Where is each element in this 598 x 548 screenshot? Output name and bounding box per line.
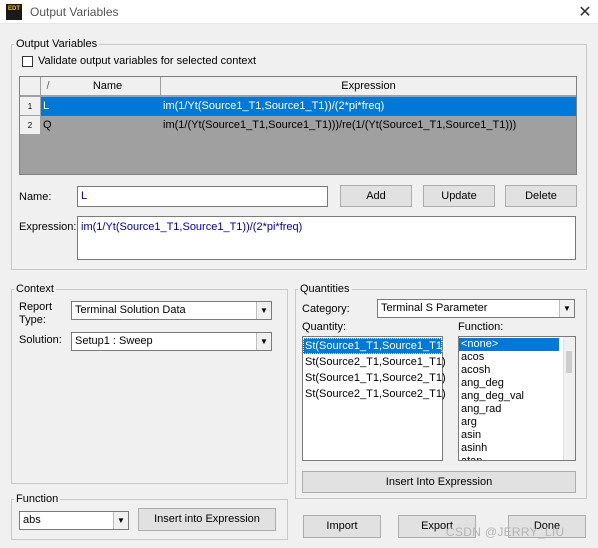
insert-into-expression-button[interactable]: Insert Into Expression xyxy=(302,471,576,493)
col-header-corner xyxy=(20,77,41,96)
expression-input[interactable]: im(1/Yt(Source1_T1,Source1_T1))/(2*pi*fr… xyxy=(77,216,576,260)
app-icon: EDT xyxy=(6,4,22,20)
variables-table: / Name Expression 1 L im(1/Yt(Source1_T1… xyxy=(19,76,577,175)
function-list-scrollbar[interactable] xyxy=(563,337,575,460)
list-item[interactable]: ang_deg xyxy=(459,377,575,390)
context-legend: Context xyxy=(16,283,54,295)
report-type-label-line2: Type: xyxy=(19,314,46,326)
name-label: Name: xyxy=(19,191,52,203)
report-type-value: Terminal Solution Data xyxy=(75,304,186,316)
import-button[interactable]: Import xyxy=(303,515,381,538)
category-value: Terminal S Parameter xyxy=(381,302,488,314)
row-name-cell[interactable]: Q xyxy=(41,116,161,135)
function-list[interactable]: <none> acos acosh ang_deg ang_deg_val an… xyxy=(458,336,576,461)
insert-function-button[interactable]: Insert into Expression xyxy=(138,508,276,531)
list-item[interactable]: <none> xyxy=(459,338,559,351)
chevron-down-icon[interactable]: ▼ xyxy=(256,302,271,319)
delete-button[interactable]: Delete xyxy=(505,185,577,207)
list-item[interactable]: asin xyxy=(459,429,575,442)
function-value: abs xyxy=(23,514,41,526)
col-header-sort[interactable]: / xyxy=(41,77,55,96)
validate-checkbox[interactable] xyxy=(22,56,33,67)
quantity-label: Quantity: xyxy=(302,321,347,333)
table-row[interactable]: 1 L im(1/Yt(Source1_T1,Source1_T1))/(2*p… xyxy=(20,97,576,116)
quantity-list[interactable]: St(Source1_T1,Source1_T1) St(Source2_T1,… xyxy=(302,336,446,461)
title-bar: EDT Output Variables ✕ xyxy=(0,0,598,24)
col-header-expression[interactable]: Expression xyxy=(161,77,576,96)
category-select[interactable]: Terminal S Parameter ▼ xyxy=(377,299,575,318)
quantities-legend: Quantities xyxy=(300,283,350,295)
list-item[interactable]: St(Source1_T1,Source2_T1) xyxy=(303,370,446,386)
list-item[interactable]: arg xyxy=(459,416,575,429)
col-header-name[interactable]: Name xyxy=(55,77,161,96)
list-item[interactable]: asinh xyxy=(459,442,575,455)
chevron-down-icon[interactable]: ▼ xyxy=(559,300,574,317)
list-item[interactable]: acosh xyxy=(459,364,575,377)
list-item[interactable]: St(Source1_T1,Source1_T1) xyxy=(303,338,446,354)
chevron-down-icon[interactable]: ▼ xyxy=(113,512,128,529)
report-type-select[interactable]: Terminal Solution Data ▼ xyxy=(71,301,272,320)
solution-value: Setup1 : Sweep xyxy=(75,335,153,347)
report-type-label: Report Type: xyxy=(19,301,52,327)
list-item[interactable]: ang_rad xyxy=(459,403,575,416)
solution-select[interactable]: Setup1 : Sweep ▼ xyxy=(71,332,272,351)
row-number[interactable]: 1 xyxy=(20,97,41,116)
window-title: Output Variables xyxy=(30,5,119,19)
list-item[interactable]: atan xyxy=(459,455,575,460)
expression-label: Expression: xyxy=(19,221,77,233)
row-expression-cell[interactable]: im(1/(Yt(Source1_T1,Source1_T1)))/re(1/(… xyxy=(161,116,576,135)
report-type-label-line1: Report xyxy=(19,301,53,313)
chevron-down-icon[interactable]: ▼ xyxy=(256,333,271,350)
table-row[interactable]: 2 Q im(1/(Yt(Source1_T1,Source1_T1)))/re… xyxy=(20,116,576,135)
update-button[interactable]: Update xyxy=(423,185,495,207)
validate-label: Validate output variables for selected c… xyxy=(38,55,257,67)
function-list-label: Function: xyxy=(458,321,504,333)
list-item[interactable]: acos xyxy=(459,351,575,364)
category-label: Category: xyxy=(302,303,350,315)
table-header: / Name Expression xyxy=(20,77,576,96)
watermark-text: CSDN @JERRY_LIU xyxy=(446,525,565,539)
scroll-thumb[interactable] xyxy=(566,351,572,373)
name-input[interactable]: L xyxy=(77,186,328,207)
solution-label: Solution: xyxy=(19,334,62,346)
list-item[interactable]: St(Source2_T1,Source1_T1) xyxy=(303,354,446,370)
function-select[interactable]: abs ▼ xyxy=(19,511,129,530)
list-item[interactable]: St(Source2_T1,Source2_T1) xyxy=(303,386,446,402)
close-icon[interactable]: ✕ xyxy=(576,2,594,22)
row-expression-cell[interactable]: im(1/Yt(Source1_T1,Source1_T1))/(2*pi*fr… xyxy=(161,97,576,116)
output-variables-legend: Output Variables xyxy=(16,38,98,50)
list-item[interactable]: ang_deg_val xyxy=(459,390,575,403)
function-legend: Function xyxy=(16,493,59,505)
row-number[interactable]: 2 xyxy=(20,116,41,135)
row-name-cell[interactable]: L xyxy=(41,97,161,116)
add-button[interactable]: Add xyxy=(340,185,412,207)
